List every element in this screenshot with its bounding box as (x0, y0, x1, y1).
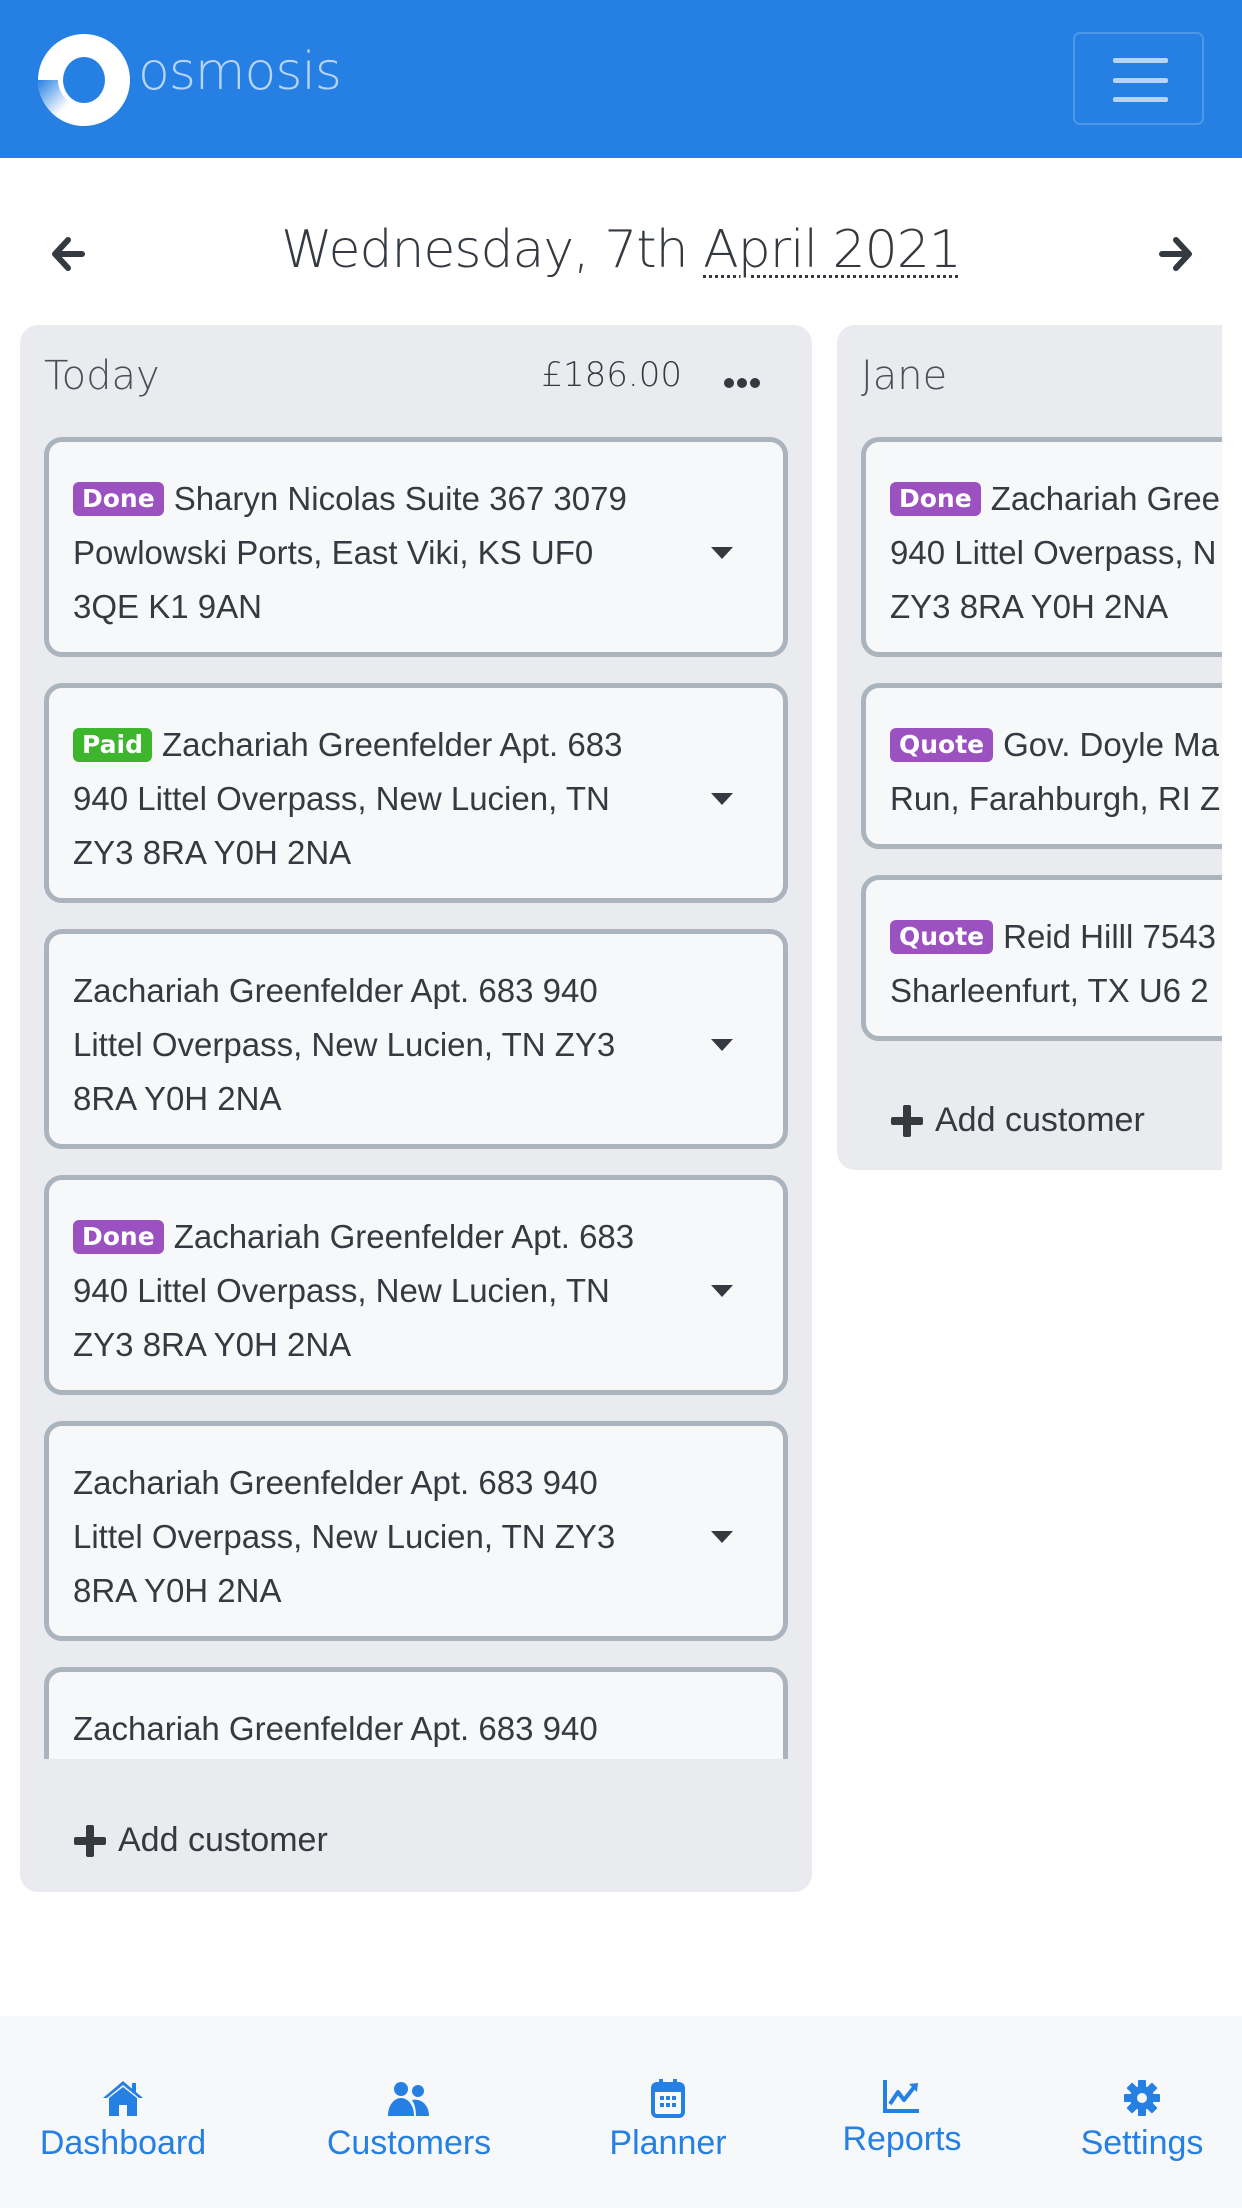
customer-address-line: 940 Littel Overpass, N (890, 534, 1217, 571)
caret-down-icon[interactable] (711, 547, 733, 559)
customer-card[interactable]: Zachariah Greenfelder Apt. 683 940 Litte… (44, 1421, 788, 1641)
customer-address-line: Sharleenfurt, TX U6 2 (890, 972, 1209, 1009)
status-badge: Done (890, 482, 981, 516)
customer-address: Reid Hilll 7543 (1003, 918, 1216, 955)
customer-address: Zachariah Greenfelder Apt. 683 940 Litte… (73, 726, 623, 871)
nav-label: Reports (842, 2120, 962, 2158)
nav-label: Planner (609, 2124, 727, 2162)
nav-label: Customers (326, 2124, 492, 2162)
caret-down-icon[interactable] (711, 1531, 733, 1543)
customer-card[interactable]: Quote Reid Hilll 7543 Sharleenfurt, TX U6… (861, 875, 1242, 1041)
nav-customers[interactable]: Customers (323, 2078, 495, 2163)
status-badge: Quote (890, 728, 994, 762)
column-title: Jane (861, 353, 948, 399)
caret-down-icon[interactable] (711, 1039, 733, 1051)
users-icon (388, 2082, 429, 2116)
plus-icon (74, 1824, 106, 1857)
card-list: Done Zachariah Gree 940 Littel Overpass, … (861, 437, 1242, 1077)
brand-name[interactable]: osmosis (138, 42, 342, 102)
date-title: Wednesday, 7th April 2021 (0, 220, 1242, 280)
osmosis-logo-icon[interactable] (36, 33, 132, 127)
chart-line-icon (883, 2080, 919, 2113)
arrow-right-icon[interactable] (1156, 234, 1196, 274)
nav-label: Settings (1080, 2124, 1204, 2162)
nav-dashboard[interactable]: Dashboard (36, 2078, 210, 2163)
status-badge: Quote (890, 920, 994, 954)
customer-card[interactable]: Quote Gov. Doyle Ma Run, Farahburgh, RI Z (861, 683, 1242, 849)
home-icon (103, 2081, 143, 2116)
status-badge: Done (73, 482, 164, 516)
caret-down-icon[interactable] (711, 1285, 733, 1297)
status-badge: Paid (73, 728, 152, 762)
nav-planner[interactable]: Planner (606, 2078, 730, 2163)
customer-card[interactable]: Done Zachariah Gree 940 Littel Overpass, … (861, 437, 1242, 657)
customer-card[interactable]: Paid Zachariah Greenfelder Apt. 683 940 L… (44, 683, 788, 903)
calendar-icon (651, 2079, 685, 2118)
date-navigation: Wednesday, 7th April 2021 (0, 210, 1242, 305)
viewport-edge (1222, 300, 1242, 1200)
customer-address: Zachariah Greenfelder Apt. 683 940 Litte… (73, 1464, 616, 1609)
add-customer-button[interactable]: Add customer (74, 1821, 328, 1860)
card-list: Done Sharyn Nicolas Suite 367 3079 Powlow… (44, 437, 788, 1759)
customer-address: Zachariah Greenfelder Apt. 683 940 (73, 1710, 598, 1747)
hamburger-icon-bar (1113, 58, 1168, 63)
customer-address: Zachariah Greenfelder Apt. 683 940 Litte… (73, 972, 616, 1117)
status-badge: Done (73, 1220, 164, 1254)
date-title-month-year: April 2021 (703, 220, 962, 280)
nav-settings[interactable]: Settings (1075, 2078, 1209, 2163)
customer-address-line: ZY3 8RA Y0H 2NA (890, 588, 1169, 625)
customer-address: Gov. Doyle Ma (1003, 726, 1219, 763)
ellipsis-icon[interactable] (724, 373, 764, 388)
caret-down-icon[interactable] (711, 793, 733, 805)
column-total: £186.00 (541, 355, 682, 395)
customer-address: Zachariah Gree (990, 480, 1220, 517)
gear-icon (1124, 2080, 1160, 2116)
hamburger-icon-bar (1113, 97, 1168, 102)
customer-address-line: Run, Farahburgh, RI Z (890, 780, 1221, 817)
date-title-prefix: Wednesday, 7th (281, 220, 704, 280)
bottom-navigation: Dashboard Customers Planner Reports Sett… (0, 2016, 1242, 2208)
top-navbar: osmosis (0, 0, 1242, 158)
column-jane: Jane Done Zachariah Gree 940 Littel Overp… (837, 325, 1242, 1170)
column-title: Today (44, 353, 160, 399)
nav-label: Dashboard (39, 2124, 207, 2162)
menu-toggle-button[interactable] (1073, 32, 1204, 125)
customer-card[interactable]: Zachariah Greenfelder Apt. 683 940 (44, 1667, 788, 1759)
hamburger-icon-bar (1113, 78, 1168, 83)
customer-card[interactable]: Done Sharyn Nicolas Suite 367 3079 Powlow… (44, 437, 788, 657)
add-customer-button[interactable]: Add customer (891, 1101, 1145, 1140)
customer-card[interactable]: Zachariah Greenfelder Apt. 683 940 Litte… (44, 929, 788, 1149)
plus-icon (891, 1104, 923, 1137)
nav-reports[interactable]: Reports (840, 2078, 964, 2159)
add-customer-label: Add customer (935, 1101, 1145, 1139)
customer-card[interactable]: Done Zachariah Greenfelder Apt. 683 940 L… (44, 1175, 788, 1395)
column-today: Today £186.00 Done Sharyn Nicolas Suite 3… (20, 325, 812, 1892)
add-customer-label: Add customer (118, 1821, 328, 1859)
